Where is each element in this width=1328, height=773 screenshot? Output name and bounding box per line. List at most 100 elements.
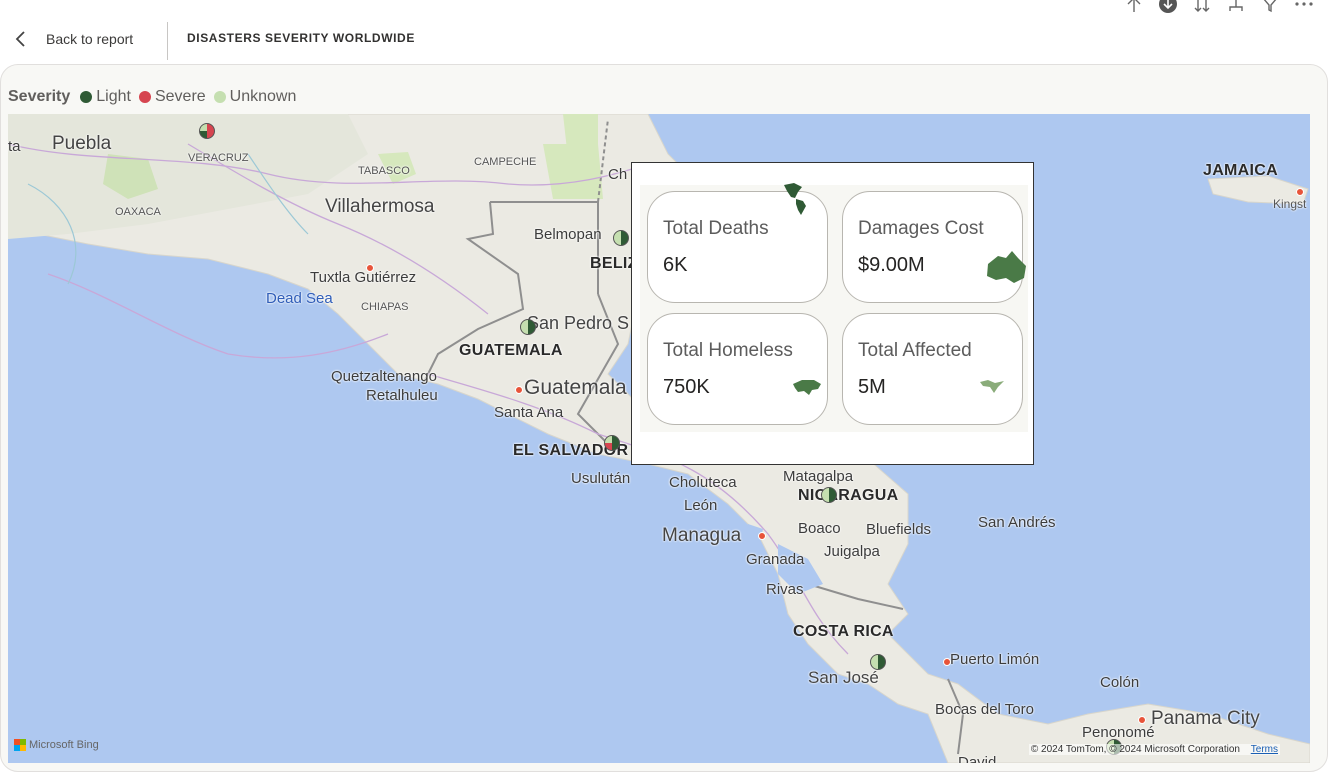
filter-icon[interactable] xyxy=(1260,0,1280,14)
legend-label-light: Light xyxy=(96,88,131,105)
severity-pie-marker[interactable] xyxy=(821,487,837,503)
back-to-report-button[interactable]: Back to report xyxy=(12,26,133,52)
severity-pie-marker[interactable] xyxy=(613,230,629,246)
map-label: Puerto Limón xyxy=(950,651,1040,668)
severity-pie-marker[interactable] xyxy=(870,654,886,670)
copyright-text: © 2024 TomTom, © 2024 Microsoft Corporat… xyxy=(1030,744,1240,755)
kpi-card-damages-cost: Damages Cost $9.00M xyxy=(842,191,1026,303)
tooltip-panel: Total Deaths 6K Damages Cost $9.00M Tota… xyxy=(631,162,1034,465)
map-label: Boaco xyxy=(798,520,841,537)
map-label: Tuxtla Gutiérrez xyxy=(310,269,417,286)
map-label: Retalhuleu xyxy=(366,387,438,404)
terms-link[interactable]: Terms xyxy=(1251,744,1278,755)
map-label: Rivas xyxy=(766,581,804,598)
map-label: Usulután xyxy=(571,470,631,487)
severity-pie-marker[interactable] xyxy=(604,435,620,451)
city-marker xyxy=(758,532,766,540)
map-label: San Pedro S xyxy=(527,313,630,333)
kpi-label: Damages Cost xyxy=(858,218,984,239)
map-label: León xyxy=(684,497,718,514)
kpi-card-total-deaths: Total Deaths 6K xyxy=(647,183,828,303)
sort-icon[interactable] xyxy=(1192,0,1212,14)
header-bar: Back to report DISASTERS SEVERITY WORLDW… xyxy=(0,0,1328,64)
city-marker xyxy=(943,658,951,666)
map-label: Panama City xyxy=(1151,708,1260,729)
more-icon[interactable] xyxy=(1294,0,1314,14)
city-marker xyxy=(1138,716,1146,724)
map-label: Choluteca xyxy=(669,474,737,491)
kpi-label: Total Affected xyxy=(858,340,972,361)
map-label: Belmopan xyxy=(534,226,602,243)
map-label: Kingst xyxy=(1273,197,1307,211)
map-label: NICARAGUA xyxy=(798,487,899,504)
map-label: OAXACA xyxy=(115,206,161,218)
australia-icon xyxy=(987,251,1026,283)
kpi-value: 750K xyxy=(663,376,710,398)
map-label: Juigalpa xyxy=(824,543,880,560)
map-label: Puebla xyxy=(52,133,112,154)
map-label: San José xyxy=(808,668,879,687)
bing-label: Microsoft Bing xyxy=(29,739,99,751)
map-label: COSTA RICA xyxy=(793,623,894,640)
map-label: Matagalpa xyxy=(783,468,854,485)
map-label: Penonomé xyxy=(1082,724,1155,741)
legend-label-severe: Severe xyxy=(154,88,206,105)
kpi-value: $9.00M xyxy=(858,254,925,276)
city-marker xyxy=(1296,188,1304,196)
page-title: DISASTERS SEVERITY WORLDWIDE xyxy=(187,31,415,45)
map-label: David xyxy=(958,754,997,763)
severity-pie-marker[interactable] xyxy=(199,123,215,139)
map-copyright: © 2024 TomTom, © 2024 Microsoft Corporat… xyxy=(1028,744,1280,755)
map-label: Granada xyxy=(746,551,805,568)
map-label: Villahermosa xyxy=(325,196,435,217)
map-label: Dead Sea xyxy=(266,290,333,307)
city-marker xyxy=(515,386,523,394)
map-label: VERACRUZ xyxy=(188,152,249,164)
kpi-value: 5M xyxy=(858,376,886,398)
arrow-up-icon[interactable] xyxy=(1124,0,1144,14)
bing-attribution: Microsoft Bing xyxy=(14,739,99,751)
kpi-value: 6K xyxy=(663,254,688,276)
legend-item-light[interactable]: Light xyxy=(80,88,131,106)
microsoft-logo-icon xyxy=(14,739,26,751)
map-label: ta xyxy=(8,138,21,155)
map-label: GUATEMALA xyxy=(459,342,563,359)
asia-icon xyxy=(793,380,821,395)
americas-icon xyxy=(784,183,806,215)
download-circle-icon[interactable] xyxy=(1158,0,1178,14)
legend-dot-severe xyxy=(138,91,151,103)
map-label: CAMPECHE xyxy=(474,156,537,168)
city-marker xyxy=(366,264,374,272)
visual-toolbar xyxy=(1124,0,1314,14)
kpi-label: Total Deaths xyxy=(663,218,769,239)
map-label: Quetzaltenango xyxy=(331,368,437,385)
kpi-card-total-homeless: Total Homeless 750K xyxy=(647,313,828,425)
map-label: Guatemala xyxy=(524,376,627,399)
legend-item-unknown[interactable]: Unknown xyxy=(213,88,297,106)
map-label: San Andrés xyxy=(978,514,1056,531)
map-label: Colón xyxy=(1100,674,1140,691)
south-america-icon xyxy=(980,380,1004,393)
severity-legend: Severity Light Severe Unknown xyxy=(8,88,304,106)
tooltip-content: Total Deaths 6K Damages Cost $9.00M Tota… xyxy=(640,183,1028,432)
legend-item-severe[interactable]: Severe xyxy=(138,88,206,106)
map-label: Ch xyxy=(608,166,628,183)
legend-dot-unknown xyxy=(213,91,226,103)
map-label: Bocas del Toro xyxy=(935,701,1034,718)
chevron-left-icon xyxy=(15,31,25,47)
legend-title: Severity xyxy=(8,88,71,105)
back-label: Back to report xyxy=(46,31,134,47)
header-divider xyxy=(167,22,168,60)
drill-icon[interactable] xyxy=(1226,0,1246,14)
map-label: TABASCO xyxy=(358,165,410,177)
map-label: Managua xyxy=(662,525,742,546)
map-label: CHIAPAS xyxy=(361,301,409,313)
map-label: Bluefields xyxy=(866,521,932,538)
legend-label-unknown: Unknown xyxy=(229,88,297,105)
kpi-card-total-affected: Total Affected 5M xyxy=(842,313,1023,425)
kpi-label: Total Homeless xyxy=(663,340,793,361)
severity-pie-marker[interactable] xyxy=(520,319,536,335)
legend-dot-light xyxy=(80,91,93,103)
map-label: Santa Ana xyxy=(494,404,564,421)
map-label: JAMAICA xyxy=(1203,162,1278,179)
